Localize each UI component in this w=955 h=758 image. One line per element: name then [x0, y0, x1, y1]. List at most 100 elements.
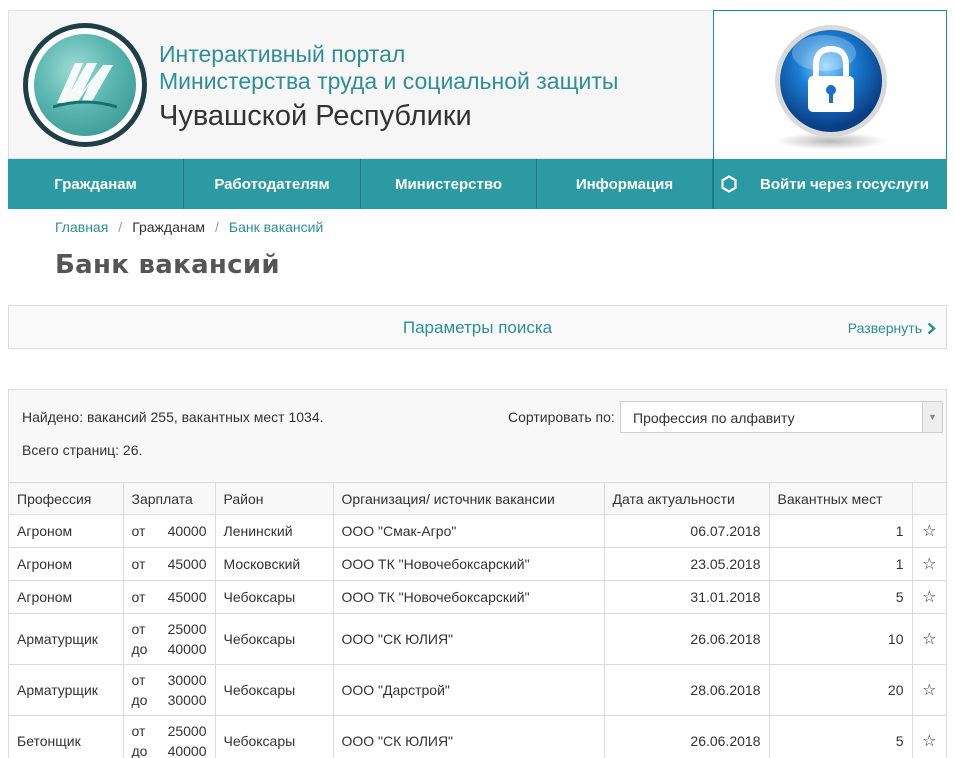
salary-cell: от 25000 до 40000 [123, 715, 216, 758]
table-row: Арматурщик от 25000 до 40000 Чебоксары ООО "СК… [9, 613, 946, 665]
favorite-star-icon[interactable]: ☆ [912, 580, 946, 614]
profession-link[interactable]: Агроном [9, 580, 124, 614]
salary-from-label: от [131, 523, 146, 539]
nav-item-ministry[interactable]: Министерство [361, 159, 537, 209]
salary-cell: от 40000 [123, 514, 216, 548]
profession-link[interactable]: Агроном [9, 547, 124, 581]
vacancy-count-cell: 5 [769, 715, 913, 758]
district-cell: Московский [215, 547, 334, 581]
organization-link[interactable]: ООО ТК "Новочебоксарский" [333, 547, 605, 581]
nav-item-employers[interactable]: Работодателям [184, 159, 361, 209]
favorite-star-icon[interactable]: ☆ [912, 715, 946, 758]
pages-summary: Всего страниц: 26. [22, 442, 143, 458]
table-row: Агроном от 45000 Московский ООО ТК "Новочебо… [9, 547, 946, 581]
date-cell: 26.06.2018 [604, 715, 770, 758]
portal-title-line2: Министерства труда и социальной защиты [159, 68, 619, 94]
chevron-right-icon [927, 322, 936, 334]
ministry-logo[interactable] [23, 23, 147, 147]
salary-cell: от 25000 до 40000 [123, 613, 216, 665]
date-cell: 06.07.2018 [604, 514, 770, 548]
table-row: Бетонщик от 25000 до 40000 Чебоксары ООО "СК Ю… [9, 715, 946, 758]
profession-link[interactable]: Агроном [9, 514, 124, 548]
vacancy-count-cell: 20 [769, 664, 913, 716]
sort-select-value: Профессия по алфавиту [633, 410, 795, 426]
table-row: Агроном от 40000 Ленинский ООО "Смак-Агро" 06… [9, 514, 946, 548]
nav-item-citizens[interactable]: Гражданам [8, 159, 184, 209]
date-cell: 26.06.2018 [604, 613, 770, 665]
salary-from: 25000 [167, 723, 207, 739]
col-header-profession[interactable]: Профессия [9, 482, 124, 515]
portal-title-line1: Интерактивный портал [159, 41, 406, 67]
sort-select[interactable]: Профессия по алфавиту ▼ [620, 401, 943, 433]
col-header-organization[interactable]: Организация/ источник вакансии [333, 482, 605, 515]
salary-from: 25000 [167, 621, 207, 637]
vacancy-count-cell: 5 [769, 580, 913, 614]
district-cell: Чебоксары [215, 715, 334, 758]
profession-link[interactable]: Арматурщик [9, 613, 124, 665]
district-cell: Чебоксары [215, 580, 334, 614]
sort-label: Сортировать по: [508, 409, 615, 425]
salary-from-label: от [131, 672, 146, 688]
salary-from-label: от [131, 589, 146, 605]
salary-to-label: до [131, 692, 148, 708]
results-panel: Найдено: вакансий 255, вакантных мест 10… [8, 389, 947, 758]
breadcrumb-home[interactable]: Главная [55, 219, 108, 235]
vacancy-count-cell: 10 [769, 613, 913, 665]
col-header-date[interactable]: Дата актуальности [604, 482, 770, 515]
col-header-favorite [912, 482, 946, 515]
search-params-panel[interactable]: Параметры поиска Развернуть [8, 305, 947, 349]
organization-link[interactable]: ООО ТК "Новочебоксарский" [333, 580, 605, 614]
date-cell: 28.06.2018 [604, 664, 770, 716]
salary-from-label: от [131, 723, 146, 739]
salary-from-label: от [131, 556, 146, 572]
col-header-salary[interactable]: Зарплата [123, 482, 216, 515]
col-header-vacancies[interactable]: Вакантных мест [769, 482, 913, 515]
salary-to: 40000 [167, 743, 207, 758]
table-row: Агроном от 45000 Чебоксары ООО ТК "Новочебок… [9, 580, 946, 614]
gosuslugi-login-label: Войти через госуслуги [760, 175, 929, 193]
nav-item-information[interactable]: Информация [537, 159, 713, 209]
salary-to-label: до [131, 641, 148, 657]
profession-link[interactable]: Бетонщик [9, 715, 124, 758]
search-params-title[interactable]: Параметры поиска [9, 318, 946, 338]
salary-cell: от 30000 до 30000 [123, 664, 216, 716]
table-header-row: Профессия Зарплата Район Организация/ ис… [9, 482, 946, 515]
found-summary: Найдено: вакансий 255, вакантных мест 10… [22, 409, 324, 425]
salary-cell: от 45000 [123, 580, 216, 614]
salary-from-label: от [131, 621, 146, 637]
salary-from: 45000 [167, 589, 207, 605]
breadcrumb-vacancy-bank[interactable]: Банк вакансий [229, 219, 323, 235]
favorite-star-icon[interactable]: ☆ [912, 547, 946, 581]
salary-from: 30000 [167, 672, 207, 688]
favorite-star-icon[interactable]: ☆ [912, 514, 946, 548]
gosuslugi-lock-banner[interactable] [713, 10, 947, 160]
salary-to: 40000 [167, 641, 207, 657]
hexagon-icon [721, 175, 737, 193]
date-cell: 31.01.2018 [604, 580, 770, 614]
breadcrumb-separator: / [118, 219, 123, 235]
favorite-star-icon[interactable]: ☆ [912, 664, 946, 716]
main-nav: Гражданам Работодателям Министерство Инф… [8, 159, 947, 209]
gosuslugi-login-button[interactable]: Войти через госуслуги [713, 159, 947, 209]
favorite-star-icon[interactable]: ☆ [912, 613, 946, 665]
expand-button[interactable]: Развернуть [848, 320, 936, 336]
district-cell: Чебоксары [215, 613, 334, 665]
district-cell: Ленинский [215, 514, 334, 548]
organization-link[interactable]: ООО "Смак-Агро" [333, 514, 605, 548]
vacancy-count-cell: 1 [769, 514, 913, 548]
vacancy-count-cell: 1 [769, 547, 913, 581]
portal-title: Интерактивный портал Министерства труда … [159, 41, 618, 135]
breadcrumb-citizens[interactable]: Гражданам [132, 219, 205, 235]
expand-label: Развернуть [847, 320, 922, 336]
salary-from: 40000 [167, 523, 207, 539]
lock-icon [775, 25, 887, 150]
organization-link[interactable]: ООО "СК ЮЛИЯ" [333, 715, 605, 758]
salary-from: 45000 [167, 556, 207, 572]
organization-link[interactable]: ООО "СК ЮЛИЯ" [333, 613, 605, 665]
salary-to: 30000 [167, 692, 207, 708]
dropdown-arrow-icon: ▼ [922, 402, 942, 432]
profession-link[interactable]: Арматурщик [9, 664, 124, 716]
organization-link[interactable]: ООО "Дарстрой" [333, 664, 605, 716]
col-header-district[interactable]: Район [215, 482, 334, 515]
portal-title-line3: Чувашской Республики [159, 100, 472, 132]
